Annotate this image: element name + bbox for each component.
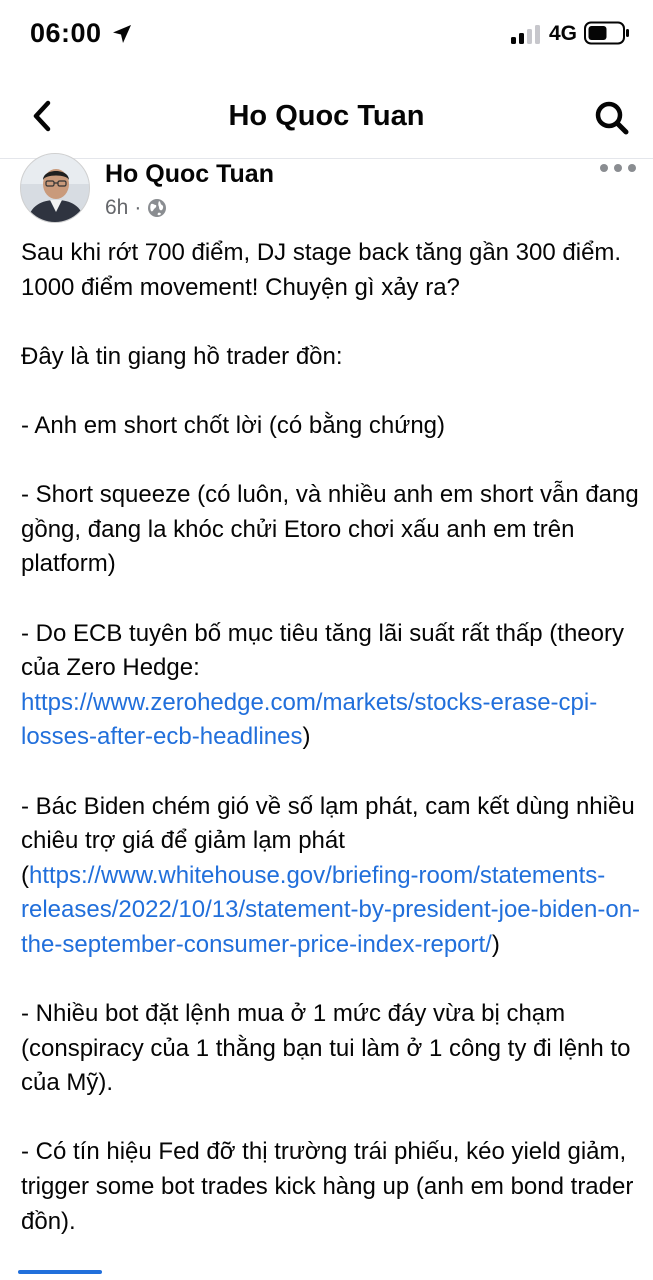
nav-bar: Ho Quoc Tuan [0, 86, 653, 148]
search-icon [595, 101, 629, 135]
status-time: 06:00 [30, 18, 102, 48]
post-body: Sau khi rớt 700 điểm, DJ stage back tăng… [21, 236, 641, 1239]
paragraph-text: - Do ECB tuyên bố mục tiêu tăng lãi suất… [21, 619, 624, 682]
battery-icon [584, 21, 629, 45]
location-arrow-icon [113, 25, 131, 43]
post-paragraph: Sau khi rớt 700 điểm, DJ stage back tăng… [21, 239, 622, 301]
globe-icon [148, 199, 167, 217]
post-paragraph: - Short squeeze (có luôn, và nhiều anh e… [21, 481, 639, 578]
more-dot [600, 164, 608, 172]
paragraph-end: ) [302, 723, 311, 751]
post-paragraph: - Nhiều bot đặt lệnh mua ở 1 mức đáy vừa… [21, 1000, 631, 1097]
nav-divider [0, 158, 653, 159]
author-avatar[interactable] [20, 153, 90, 223]
meta-separator: · [134, 196, 142, 219]
author-name[interactable]: Ho Quoc Tuan [105, 160, 274, 189]
more-options-button[interactable] [600, 158, 636, 178]
post-paragraph: - Bác Biden chém gió về số lạm phát, cam… [21, 790, 641, 963]
more-dot [628, 164, 636, 172]
post-paragraph: - Anh em short chốt lời (có bằng chứng) [21, 411, 446, 439]
search-button[interactable] [590, 96, 634, 140]
avatar-photo [21, 154, 89, 222]
post-paragraph: Đây là tin giang hồ trader đồn: [21, 342, 343, 370]
post-paragraph: - Do ECB tuyên bố mục tiêu tăng lãi suất… [21, 617, 641, 755]
post-meta: 6h · [105, 196, 167, 220]
more-dot [614, 164, 622, 172]
post-time[interactable]: 6h [105, 196, 128, 220]
post-paragraph: - Có tín hiệu Fed đỡ thị trường trái phi… [21, 1138, 634, 1235]
scroll-indicator [18, 1270, 102, 1274]
network-type-label: 4G [549, 22, 578, 45]
page-title: Ho Quoc Tuan [228, 100, 425, 132]
paragraph-end: ) [491, 930, 500, 958]
cellular-signal-icon [511, 25, 540, 44]
whitehouse-link[interactable]: https://www.whitehouse.gov/briefing-room… [21, 862, 640, 958]
status-bar: 06:00 4G [0, 0, 653, 70]
